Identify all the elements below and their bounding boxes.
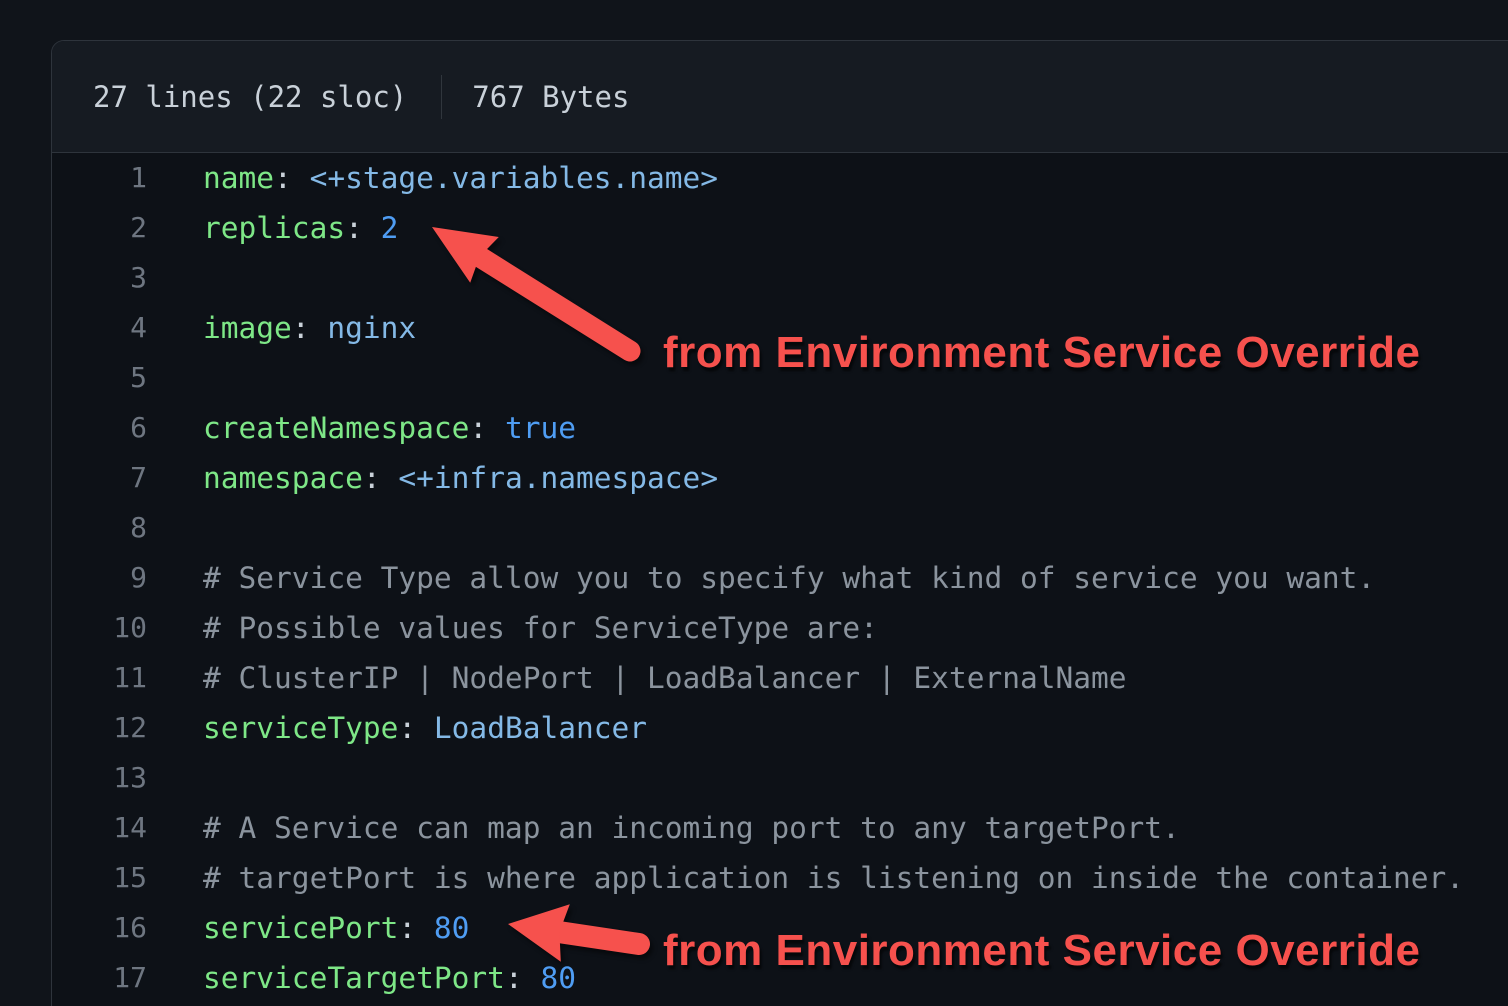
code-line: 14# A Service can map an incoming port t… bbox=[52, 803, 1508, 853]
line-number[interactable]: 16 bbox=[52, 903, 147, 953]
line-number[interactable]: 14 bbox=[52, 803, 147, 853]
line-number[interactable]: 4 bbox=[52, 303, 147, 353]
code-line: 10# Possible values for ServiceType are: bbox=[52, 603, 1508, 653]
code-text bbox=[147, 253, 203, 303]
code-line: 1name: <+stage.variables.name> bbox=[52, 153, 1508, 203]
line-number[interactable]: 12 bbox=[52, 703, 147, 753]
code-line: 8 bbox=[52, 503, 1508, 553]
code-text: servicePort: 80 bbox=[147, 903, 469, 953]
file-header: 27 lines (22 sloc) 767 Bytes bbox=[52, 41, 1508, 153]
line-number[interactable]: 17 bbox=[52, 953, 147, 1003]
code-text bbox=[147, 753, 203, 803]
line-number[interactable]: 13 bbox=[52, 753, 147, 803]
code-line: 3 bbox=[52, 253, 1508, 303]
code-line: 5 bbox=[52, 353, 1508, 403]
line-number[interactable]: 6 bbox=[52, 403, 147, 453]
line-number[interactable]: 5 bbox=[52, 353, 147, 403]
code-text bbox=[147, 503, 203, 553]
code-text: # ClusterIP | NodePort | LoadBalancer | … bbox=[147, 653, 1127, 703]
code-lines: 1name: <+stage.variables.name>2replicas:… bbox=[52, 153, 1508, 1003]
code-line: 13 bbox=[52, 753, 1508, 803]
code-line: 16servicePort: 80 bbox=[52, 903, 1508, 953]
code-line: 11# ClusterIP | NodePort | LoadBalancer … bbox=[52, 653, 1508, 703]
code-text: image: nginx bbox=[147, 303, 416, 353]
code-text: # Possible values for ServiceType are: bbox=[147, 603, 878, 653]
line-number[interactable]: 1 bbox=[52, 153, 147, 203]
code-text: # A Service can map an incoming port to … bbox=[147, 803, 1180, 853]
code-text bbox=[147, 353, 203, 403]
code-line: 6createNamespace: true bbox=[52, 403, 1508, 453]
code-line: 9# Service Type allow you to specify wha… bbox=[52, 553, 1508, 603]
code-line: 2replicas: 2 bbox=[52, 203, 1508, 253]
code-text: # targetPort is where application is lis… bbox=[147, 853, 1464, 903]
line-number[interactable]: 11 bbox=[52, 653, 147, 703]
line-number[interactable]: 7 bbox=[52, 453, 147, 503]
code-line: 17serviceTargetPort: 80 bbox=[52, 953, 1508, 1003]
code-text: serviceTargetPort: 80 bbox=[147, 953, 576, 1003]
code-text: name: <+stage.variables.name> bbox=[147, 153, 718, 203]
code-text: replicas: 2 bbox=[147, 203, 398, 253]
line-number[interactable]: 2 bbox=[52, 203, 147, 253]
line-number[interactable]: 15 bbox=[52, 853, 147, 903]
code-line: 4image: nginx bbox=[52, 303, 1508, 353]
file-lines-info: 27 lines (22 sloc) bbox=[93, 80, 407, 114]
line-number[interactable]: 10 bbox=[52, 603, 147, 653]
code-text: # Service Type allow you to specify what… bbox=[147, 553, 1375, 603]
line-number[interactable]: 3 bbox=[52, 253, 147, 303]
code-text: createNamespace: true bbox=[147, 403, 576, 453]
code-line: 7namespace: <+infra.namespace> bbox=[52, 453, 1508, 503]
file-size: 767 Bytes bbox=[472, 80, 629, 114]
file-viewer-panel: 27 lines (22 sloc) 767 Bytes 1name: <+st… bbox=[51, 40, 1508, 1006]
code-line: 12serviceType: LoadBalancer bbox=[52, 703, 1508, 753]
header-divider bbox=[441, 75, 442, 119]
code-line: 15# targetPort is where application is l… bbox=[52, 853, 1508, 903]
line-number[interactable]: 9 bbox=[52, 553, 147, 603]
code-text: namespace: <+infra.namespace> bbox=[147, 453, 718, 503]
page: 27 lines (22 sloc) 767 Bytes 1name: <+st… bbox=[0, 0, 1508, 1006]
code-text: serviceType: LoadBalancer bbox=[147, 703, 647, 753]
line-number[interactable]: 8 bbox=[52, 503, 147, 553]
